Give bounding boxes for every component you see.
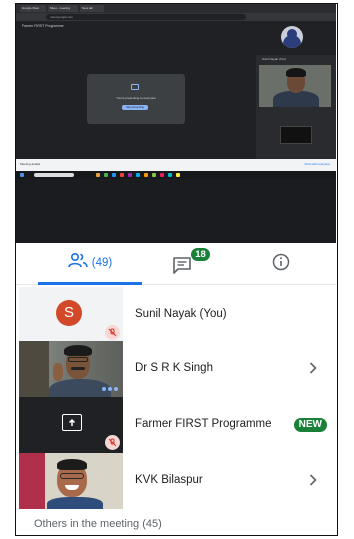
participant-name: Dr S R K Singh — [135, 362, 213, 374]
participant-row[interactable]: S Sunil Nayak (You) — [16, 287, 336, 343]
desktop-taskbar — [16, 171, 336, 179]
participant-row[interactable]: Farmer FIRST Programme NEW — [16, 397, 336, 453]
desktop-side-panel: Sunil Nayak (You) — [256, 21, 336, 159]
tab-chat[interactable]: 18 — [144, 243, 234, 285]
muted-mic-badge — [105, 325, 120, 340]
muted-mic-badge — [105, 435, 120, 450]
desktop-meeting-details: Meeting details — [20, 162, 41, 166]
stop-presenting-button: Stop presenting — [122, 105, 148, 110]
participant-name: Sunil Nayak (You) — [135, 308, 227, 320]
participant-name: KVK Bilaspur — [135, 474, 203, 486]
desktop-participant-video — [259, 65, 331, 107]
panel-tabs: (49) 18 — [16, 243, 336, 285]
people-icon — [67, 252, 88, 273]
presenting-text: You're presenting to everyone — [116, 96, 156, 100]
tab-info[interactable] — [246, 243, 316, 285]
avatar: S — [56, 300, 82, 326]
participant-row[interactable]: Dr S R K Singh — [16, 341, 336, 397]
browser-tab: New tab — [80, 5, 104, 12]
present-screen-icon — [131, 84, 139, 90]
presenting-card: You're presenting to everyone Stop prese… — [87, 74, 185, 124]
desktop-meeting-title: Farmer FIRST Programme — [22, 24, 64, 28]
desktop-chat-label: Chat with everyone — [304, 162, 330, 166]
address-url: meet.google.com — [46, 14, 246, 20]
others-in-meeting-label: Others in the meeting (45) — [34, 518, 162, 530]
browser-tab: Meet - meeting — [48, 5, 78, 12]
present-screen-icon — [62, 414, 82, 431]
desktop-avatar — [281, 26, 303, 48]
participant-tile: S — [19, 287, 123, 343]
browser-tab-strip: Google Meet Meet - meeting New tab — [16, 4, 336, 13]
participant-row[interactable]: KVK Bilaspur — [16, 453, 336, 509]
new-badge: NEW — [293, 418, 327, 432]
chat-icon — [172, 256, 192, 279]
participant-video — [19, 341, 123, 397]
desktop-small-tile — [280, 126, 312, 144]
people-count: (49) — [91, 256, 113, 269]
desktop-meet-bottom-bar: Meeting details Chat with everyone — [16, 159, 336, 171]
desktop-side-label: Sunil Nayak (You) — [262, 57, 286, 61]
browser-address-bar: meet.google.com — [16, 13, 336, 21]
desktop-empty-region — [16, 179, 336, 243]
participant-presenting-tile — [19, 397, 123, 453]
speaking-indicator — [102, 387, 118, 391]
chevron-right-icon[interactable] — [308, 361, 318, 380]
mic-off-icon — [108, 434, 117, 452]
participant-video — [19, 453, 123, 509]
shared-desktop-screen: Google Meet Meet - meeting New tab meet.… — [16, 4, 336, 243]
desktop-meet-stage: Farmer FIRST Programme You're presenting… — [16, 21, 256, 159]
chat-unread-badge: 18 — [191, 248, 210, 261]
screenshot-frame: Google Meet Meet - meeting New tab meet.… — [15, 3, 338, 536]
info-icon — [272, 253, 290, 276]
chevron-right-icon[interactable] — [308, 473, 318, 492]
mic-off-icon — [108, 324, 117, 342]
participant-name: Farmer FIRST Programme — [135, 418, 272, 430]
tab-people[interactable]: (49) — [38, 243, 142, 285]
people-panel: (49) 18 S Sunil Nayak (You) Dr S R K Sin… — [16, 243, 336, 535]
desktop-self-tile — [256, 21, 336, 55]
browser-tab: Google Meet — [20, 5, 46, 12]
